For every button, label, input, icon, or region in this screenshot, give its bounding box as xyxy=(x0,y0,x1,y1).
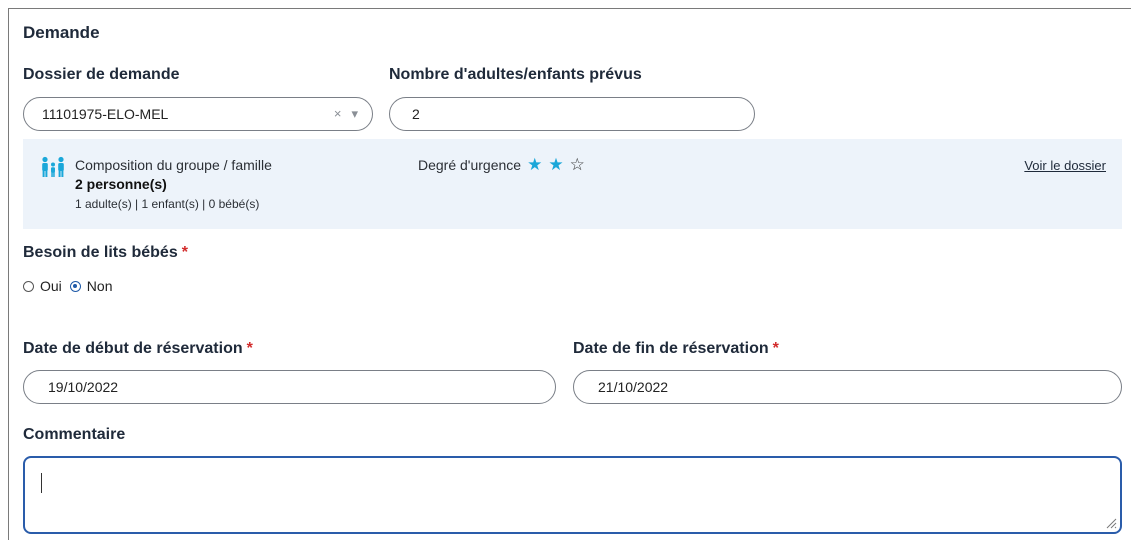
radio-oui-circle[interactable] xyxy=(23,280,34,292)
date-fin-label: Date de fin de réservation * xyxy=(573,340,779,358)
section-title: Demande xyxy=(23,23,100,42)
radio-oui[interactable]: Oui xyxy=(23,278,62,294)
dossier-info-panel: Composition du groupe / famille 2 person… xyxy=(23,139,1122,229)
family-icon xyxy=(42,156,64,177)
date-fin-value: 21/10/2022 xyxy=(598,379,669,395)
urgence-label: Degré d'urgence xyxy=(418,157,522,173)
required-mark: * xyxy=(772,340,779,357)
composition-count: 2 personne(s) xyxy=(75,176,167,192)
nombre-label: Nombre d'adultes/enfants prévus xyxy=(389,66,642,83)
star-filled-icon: ★ xyxy=(548,155,564,174)
radio-non-label: Non xyxy=(86,278,113,294)
commentaire-label: Commentaire xyxy=(23,426,126,443)
star-filled-icon: ★ xyxy=(527,155,543,174)
required-mark: * xyxy=(181,244,188,261)
date-debut-label: Date de début de réservation * xyxy=(23,340,253,358)
lits-label-text: Besoin de lits bébés xyxy=(23,244,178,261)
chevron-down-icon[interactable]: ▾ xyxy=(351,106,358,122)
composition-label: Composition du groupe / famille xyxy=(75,157,272,173)
nombre-input[interactable]: 2 xyxy=(389,97,755,131)
required-mark: * xyxy=(246,340,253,357)
dossier-value: 11101975-ELO-MEL xyxy=(42,106,169,122)
nombre-value: 2 xyxy=(412,106,420,122)
clear-icon[interactable]: × xyxy=(334,106,342,122)
date-fin-input[interactable]: 21/10/2022 xyxy=(573,370,1122,404)
date-fin-label-text: Date de fin de réservation xyxy=(573,340,769,357)
resize-handle-icon[interactable] xyxy=(1105,517,1117,529)
commentaire-textarea[interactable] xyxy=(23,456,1122,534)
date-debut-input[interactable]: 19/10/2022 xyxy=(23,370,556,404)
dossier-label: Dossier de demande xyxy=(23,66,180,83)
date-debut-value: 19/10/2022 xyxy=(48,379,119,395)
radio-non[interactable]: Non xyxy=(69,278,113,294)
composition-detail: 1 adulte(s) | 1 enfant(s) | 0 bébé(s) xyxy=(75,197,260,211)
radio-non-circle[interactable] xyxy=(69,280,81,292)
star-empty-icon: ☆ xyxy=(569,155,585,174)
voir-dossier-link[interactable]: Voir le dossier xyxy=(1024,158,1106,173)
lits-radio-group: Oui Non xyxy=(23,278,120,294)
dossier-select[interactable]: 11101975-ELO-MEL × ▾ xyxy=(23,97,373,131)
urgence-rating: Degré d'urgence ★ ★ ☆ xyxy=(418,155,585,174)
text-caret xyxy=(41,473,42,493)
radio-oui-label: Oui xyxy=(40,278,62,294)
date-debut-label-text: Date de début de réservation xyxy=(23,340,243,357)
lits-label: Besoin de lits bébés * xyxy=(23,244,188,262)
